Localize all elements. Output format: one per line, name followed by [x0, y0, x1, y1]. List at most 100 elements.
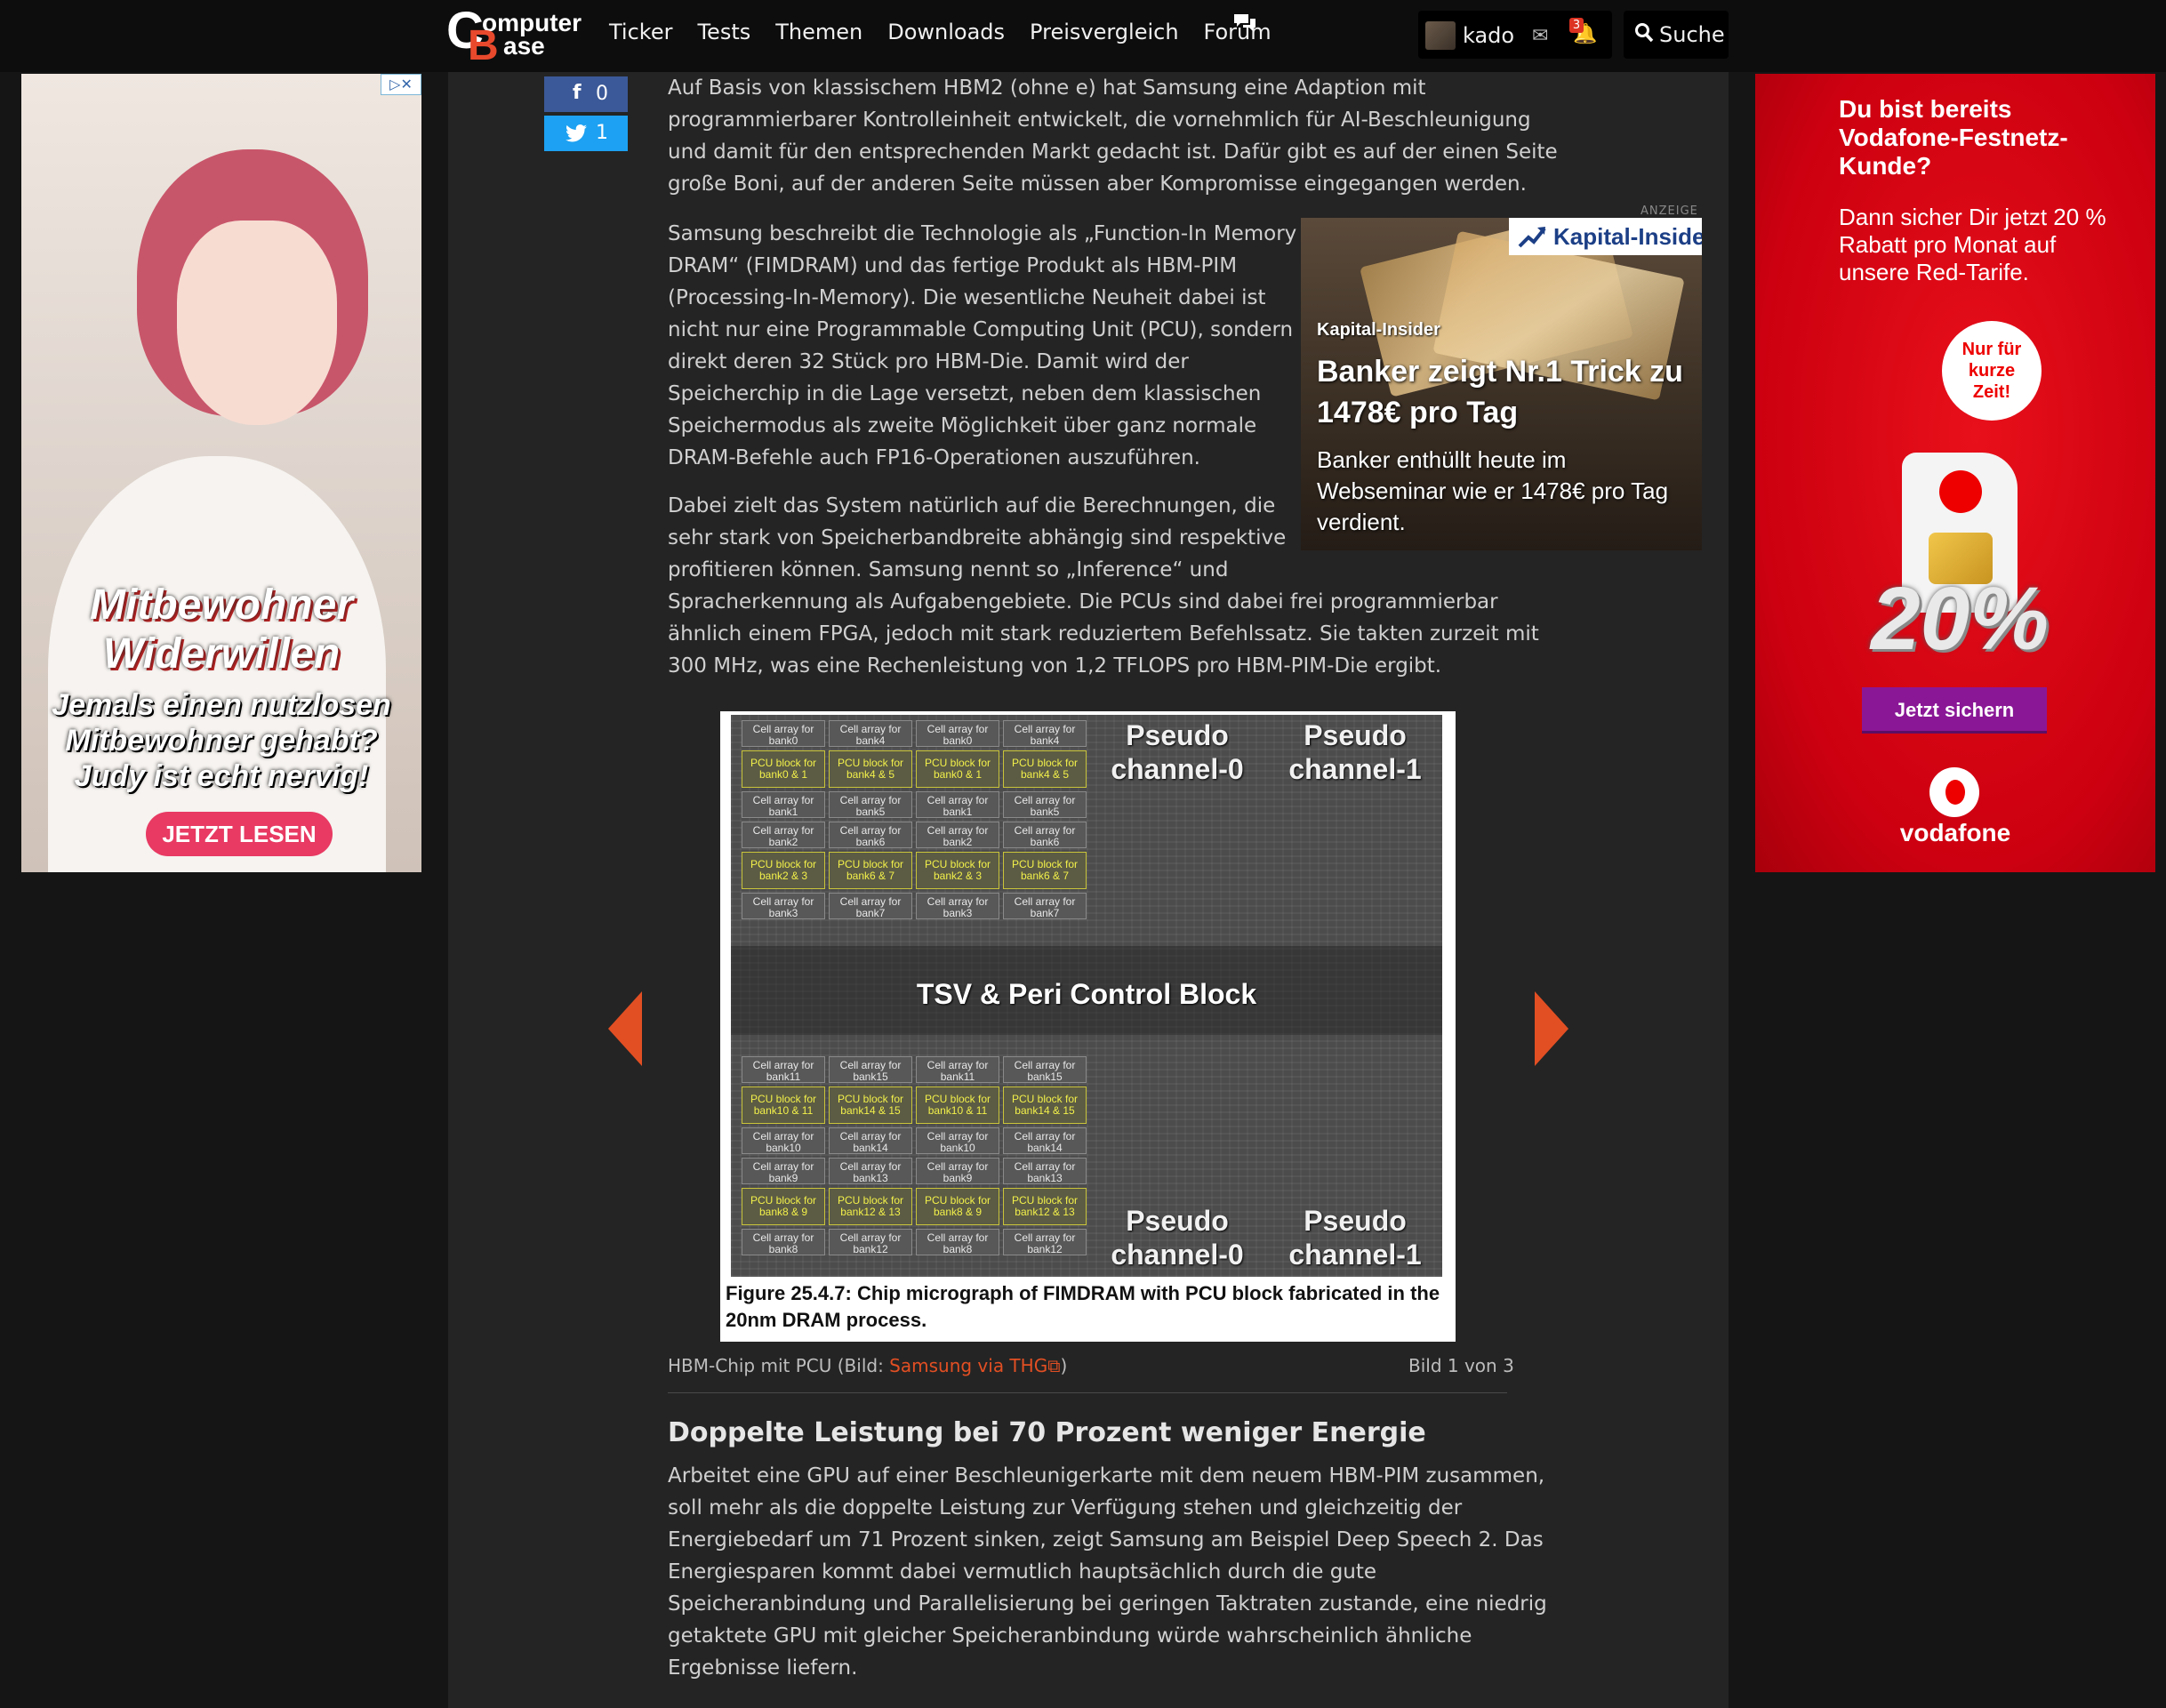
- section-heading: Doppelte Leistung bei 70 Prozent weniger…: [668, 1417, 1426, 1448]
- cell-array-cell: Cell array for bank14: [829, 1127, 912, 1154]
- ad-illustration-face: [177, 221, 337, 425]
- tsv-control-block-label: TSV & Peri Control Block: [916, 978, 1257, 1010]
- text-line: Arbeitet eine GPU auf einer Beschleunige…: [668, 1464, 1545, 1487]
- cell-array-cell: Cell array for bank10: [916, 1127, 999, 1154]
- ad-left-tagline-line: Jemals einen nutzlosen: [52, 688, 391, 722]
- cell-array-cell: Cell array for bank13: [829, 1158, 912, 1184]
- cell-array-cell: Cell array for bank2: [742, 822, 825, 848]
- cell-array-cell: Cell array for bank9: [742, 1158, 825, 1184]
- cell-array-cell: Cell array for bank12: [1003, 1229, 1087, 1255]
- avatar[interactable]: [1425, 21, 1456, 50]
- search-button[interactable]: Suche: [1624, 11, 1729, 59]
- text-line: nicht nur eine Programmable Computing Un…: [668, 318, 1294, 341]
- search-label: Suche: [1659, 22, 1725, 47]
- cell-array-cell: Cell array for bank0: [742, 720, 825, 747]
- main-nav: Ticker Tests Themen Downloads Preisvergl…: [609, 20, 1272, 44]
- forum-chat-icon[interactable]: [1232, 12, 1257, 34]
- article-paragraph-4: Arbeitet eine GPU auf einer Beschleunige…: [668, 1460, 1547, 1684]
- chart-arrow-icon: [1518, 227, 1546, 248]
- ad-left-title-line1: Mitbewohner: [90, 581, 353, 629]
- pcu-block-cell: PCU block for bank10 & 11: [742, 1087, 825, 1124]
- adchoices-icon[interactable]: ▷✕: [381, 74, 421, 95]
- nav-preisvergleich[interactable]: Preisvergleich: [1030, 20, 1178, 44]
- cell-array-cell: Cell array for bank3: [742, 893, 825, 919]
- text-line: Auf Basis von klassischem HBM2 (ohne e) …: [668, 76, 1426, 100]
- logo-letter-b: B: [468, 22, 499, 69]
- pcu-block-cell: PCU block for bank2 & 3: [742, 852, 825, 889]
- username[interactable]: kado: [1463, 23, 1514, 48]
- text-line: Dabei zielt das System natürlich auf die…: [668, 494, 1276, 517]
- cell-array-cell: Cell array for bank1: [742, 791, 825, 818]
- twitter-icon: [566, 124, 587, 142]
- cell-array-cell: Cell array for bank7: [1003, 893, 1087, 919]
- article-figure[interactable]: TSV & Peri Control Block Pseudo channel-…: [720, 711, 1456, 1342]
- logo-text-ase: ase: [503, 32, 545, 60]
- cell-array-cell: Cell array for bank12: [829, 1229, 912, 1255]
- ad-left-tagline: Jemals einen nutzlosen Mitbewohner gehab…: [30, 687, 413, 794]
- text-line: (Processing-In-Memory). Die wesentliche …: [668, 286, 1266, 309]
- cell-array-cell: Cell array for bank7: [829, 893, 912, 919]
- pseudo-channel-label: Pseudo channel-0: [1111, 1205, 1244, 1271]
- cell-array-cell: Cell array for bank15: [1003, 1056, 1087, 1083]
- ad-right-headline: Du bist bereits Vodafone-Festnetz-Kunde?: [1839, 95, 2068, 180]
- article-paragraph-1: Auf Basis von klassischem HBM2 (ohne e) …: [668, 72, 1558, 200]
- facebook-share-count: 0: [596, 83, 608, 105]
- text-line: Energiebedarf um 71 Prozent sinken, zeig…: [668, 1528, 1544, 1552]
- twitter-share-button[interactable]: 1: [544, 116, 628, 151]
- text-line: DRAM-Befehle auch FP16-Operationen auszu…: [668, 446, 1200, 469]
- pcu-block-cell: PCU block for bank4 & 5: [829, 750, 912, 788]
- pcu-block-cell: PCU block for bank4 & 5: [1003, 750, 1087, 788]
- ad-left-cta-button[interactable]: JETZT LESEN: [146, 812, 333, 856]
- ad-left-tagline-line: Mitbewohner gehabt?: [65, 724, 378, 758]
- cell-array-cell: Cell array for bank11: [916, 1056, 999, 1083]
- text-line: Speichermodus als zweite Möglichkeit übe…: [668, 414, 1257, 437]
- cell-array-cell: Cell array for bank6: [829, 822, 912, 848]
- vodafone-speechmark-icon: [1939, 470, 1982, 513]
- pcu-block-cell: PCU block for bank6 & 7: [1003, 852, 1087, 889]
- text-line: 300 MHz, was eine Rechenleistung von 1,2…: [668, 654, 1442, 678]
- mail-icon[interactable]: ✉: [1532, 25, 1548, 47]
- cell-array-cell: Cell array for bank14: [1003, 1127, 1087, 1154]
- pcu-block-cell: PCU block for bank2 & 3: [916, 852, 999, 889]
- nav-tests[interactable]: Tests: [697, 20, 750, 44]
- ad-left-manga[interactable]: ▷✕ Mitbewohner Widerwillen Jemals einen …: [21, 74, 421, 872]
- divider: [668, 1392, 1507, 1393]
- cell-array-cell: Cell array for bank4: [829, 720, 912, 747]
- notification-badge: 3: [1569, 18, 1584, 33]
- nav-downloads[interactable]: Downloads: [887, 20, 1005, 44]
- image-source-link[interactable]: Samsung via THG: [889, 1355, 1047, 1376]
- cell-array-cell: Cell array for bank2: [916, 822, 999, 848]
- text-line: große Boni, auf der anderen Seite müssen…: [668, 172, 1527, 196]
- nav-ticker[interactable]: Ticker: [609, 20, 672, 44]
- bubble-line: kurze: [1968, 361, 2016, 381]
- text-line: Speicherchip in die Lage versetzt, neben…: [668, 382, 1262, 405]
- pseudo-channel-label: Pseudo channel-1: [1288, 1205, 1422, 1271]
- text-line: Ergebnisse liefern.: [668, 1656, 858, 1680]
- facebook-share-button[interactable]: f 0: [544, 76, 628, 112]
- cell-array-cell: Cell array for bank8: [742, 1229, 825, 1255]
- external-link-icon[interactable]: ⧉: [1047, 1355, 1060, 1376]
- ad-inline-headline[interactable]: Banker zeigt Nr.1 Trick zu 1478€ pro Tag: [1317, 351, 1690, 433]
- text-line: sehr stark von Speicherbandbreite abhäng…: [668, 526, 1287, 549]
- pcu-block-cell: PCU block for bank12 & 13: [829, 1188, 912, 1225]
- pcu-block-cell: PCU block for bank14 & 15: [1003, 1087, 1087, 1124]
- computerbase-logo[interactable]: C omputer B ase: [445, 2, 587, 68]
- text-line: und damit für den entsprechenden Markt g…: [668, 140, 1558, 164]
- nav-themen[interactable]: Themen: [775, 20, 862, 44]
- ad-inline-brand: Kapital-Insider: [1509, 218, 1702, 255]
- ad-right-brand: vodafone: [1899, 819, 2011, 846]
- ad-right-vodafone[interactable]: Du bist bereits Vodafone-Festnetz-Kunde?…: [1755, 74, 2155, 872]
- user-menu[interactable]: kado ✉ 🔔 3: [1418, 11, 1612, 59]
- pcu-block-cell: PCU block for bank10 & 11: [916, 1087, 999, 1124]
- ad-right-discount: 20%: [1871, 569, 2050, 669]
- gallery-prev-arrow-icon[interactable]: [608, 991, 642, 1066]
- cell-array-cell: Cell array for bank13: [1003, 1158, 1087, 1184]
- cell-array-cell: Cell array for bank9: [916, 1158, 999, 1184]
- ad-right-cta-button[interactable]: Jetzt sichern: [1862, 687, 2047, 734]
- ad-inline-source: Kapital-Insider: [1317, 320, 1440, 340]
- pcu-block-cell: PCU block for bank14 & 15: [829, 1087, 912, 1124]
- gallery-next-arrow-icon[interactable]: [1535, 991, 1568, 1066]
- pcu-block-cell: PCU block for bank8 & 9: [742, 1188, 825, 1225]
- ad-left-title-line2: Widerwillen: [102, 630, 341, 678]
- pseudo-channel-label: Pseudo channel-0: [1111, 719, 1244, 785]
